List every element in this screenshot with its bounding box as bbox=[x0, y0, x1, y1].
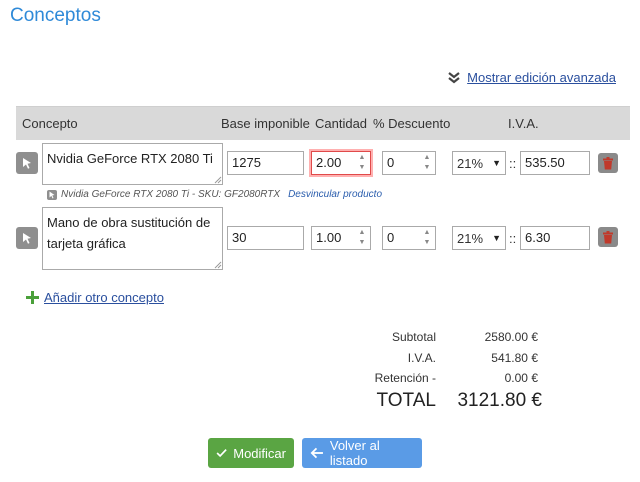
cantidad-value: 1.00 bbox=[316, 230, 342, 245]
stepper-up-icon[interactable]: ▲ bbox=[359, 154, 366, 162]
modify-button[interactable]: Modificar bbox=[208, 438, 294, 468]
dropdown-caret-icon: ▼ bbox=[492, 233, 501, 243]
total-value: 3121.80 € bbox=[457, 390, 542, 411]
iva-total-label: I.V.A. bbox=[407, 351, 436, 365]
iva-separator: :: bbox=[509, 231, 517, 246]
resize-grip-icon[interactable] bbox=[214, 176, 222, 184]
total-label: TOTAL bbox=[376, 390, 436, 411]
header-concepto: Concepto bbox=[22, 116, 78, 131]
cantidad-input[interactable]: 2.00 ▲ ▼ bbox=[311, 151, 371, 175]
iva-rate-value: 21% bbox=[457, 155, 484, 171]
cursor-arrow-icon bbox=[23, 158, 31, 169]
iva-rate-value: 21% bbox=[457, 230, 484, 246]
descuento-input[interactable]: 0 ▲ ▼ bbox=[382, 151, 436, 175]
plus-icon bbox=[26, 291, 39, 304]
iva-separator: :: bbox=[509, 156, 517, 171]
base-input[interactable]: 1275 bbox=[227, 151, 304, 175]
trash-icon bbox=[603, 156, 613, 169]
stepper-down-icon[interactable]: ▼ bbox=[424, 164, 431, 172]
resize-grip-icon[interactable] bbox=[214, 261, 222, 269]
row-select-button[interactable] bbox=[16, 227, 38, 249]
check-icon bbox=[216, 449, 227, 458]
cantidad-stepper[interactable]: ▲ ▼ bbox=[356, 229, 368, 247]
cantidad-input[interactable]: 1.00 ▲ ▼ bbox=[311, 226, 371, 250]
row-select-button[interactable] bbox=[16, 152, 38, 174]
descuento-stepper[interactable]: ▲ ▼ bbox=[421, 229, 433, 247]
iva-total-value: 541.80 € bbox=[491, 351, 538, 365]
subtotal-label: Subtotal bbox=[391, 330, 436, 344]
advanced-edit-toggle[interactable]: Mostrar edición avanzada bbox=[447, 70, 616, 85]
cantidad-stepper[interactable]: ▲ ▼ bbox=[356, 154, 368, 172]
header-descuento: % Descuento bbox=[373, 116, 451, 131]
modify-label: Modificar bbox=[233, 445, 286, 461]
page-title: Conceptos bbox=[10, 5, 101, 26]
descuento-value: 0 bbox=[387, 230, 395, 245]
header-base: Base imponible bbox=[221, 116, 310, 131]
product-link-info: Nvidia GeForce RTX 2080 Ti - SKU: GF2080… bbox=[47, 189, 382, 200]
sku-text: Nvidia GeForce RTX 2080 Ti - SKU: GF2080… bbox=[61, 189, 281, 200]
iva-rate-select[interactable]: 21% ▼ bbox=[452, 226, 506, 250]
header-iva: I.V.A. bbox=[508, 116, 539, 131]
descuento-input[interactable]: 0 ▲ ▼ bbox=[382, 226, 436, 250]
stepper-down-icon[interactable]: ▼ bbox=[424, 239, 431, 247]
iva-rate-select[interactable]: 21% ▼ bbox=[452, 151, 506, 175]
delete-row-button[interactable] bbox=[598, 227, 618, 247]
header-cantidad: Cantidad bbox=[315, 116, 368, 131]
retencion-value: 0.00 € bbox=[504, 371, 538, 385]
dropdown-caret-icon: ▼ bbox=[492, 158, 501, 168]
subtotal-value: 2580.00 € bbox=[484, 330, 538, 344]
cursor-arrow-icon bbox=[47, 189, 57, 200]
add-concept-link[interactable]: Añadir otro concepto bbox=[44, 290, 164, 305]
descuento-value: 0 bbox=[387, 155, 395, 170]
delete-row-button[interactable] bbox=[598, 153, 618, 173]
stepper-up-icon[interactable]: ▲ bbox=[359, 229, 366, 237]
concepto-textarea[interactable]: Mano de obra sustitución de tarjeta gráf… bbox=[42, 207, 223, 270]
back-label: Volver al listado bbox=[329, 438, 380, 468]
trash-icon bbox=[603, 230, 613, 243]
arrow-left-icon bbox=[310, 447, 323, 459]
descuento-stepper[interactable]: ▲ ▼ bbox=[421, 154, 433, 172]
double-chevron-down-icon bbox=[448, 71, 460, 83]
stepper-up-icon[interactable]: ▲ bbox=[424, 229, 431, 237]
stepper-down-icon[interactable]: ▼ bbox=[359, 164, 366, 172]
add-concept[interactable]: Añadir otro concepto bbox=[26, 290, 164, 305]
cantidad-value: 2.00 bbox=[316, 155, 342, 170]
retencion-label: Retención - bbox=[374, 371, 436, 385]
advanced-edit-link[interactable]: Mostrar edición avanzada bbox=[467, 70, 616, 85]
iva-amount-input[interactable]: 535.50 bbox=[520, 151, 590, 175]
stepper-down-icon[interactable]: ▼ bbox=[359, 239, 366, 247]
stepper-up-icon[interactable]: ▲ bbox=[424, 154, 431, 162]
base-input[interactable]: 30 bbox=[227, 226, 304, 250]
iva-amount-input[interactable]: 6.30 bbox=[520, 226, 590, 250]
unlink-product-link[interactable]: Desvincular producto bbox=[288, 189, 382, 200]
back-to-list-button[interactable]: Volver al listado bbox=[302, 438, 422, 468]
concepto-textarea[interactable]: Nvidia GeForce RTX 2080 Ti bbox=[42, 143, 223, 185]
cursor-arrow-icon bbox=[23, 233, 31, 244]
